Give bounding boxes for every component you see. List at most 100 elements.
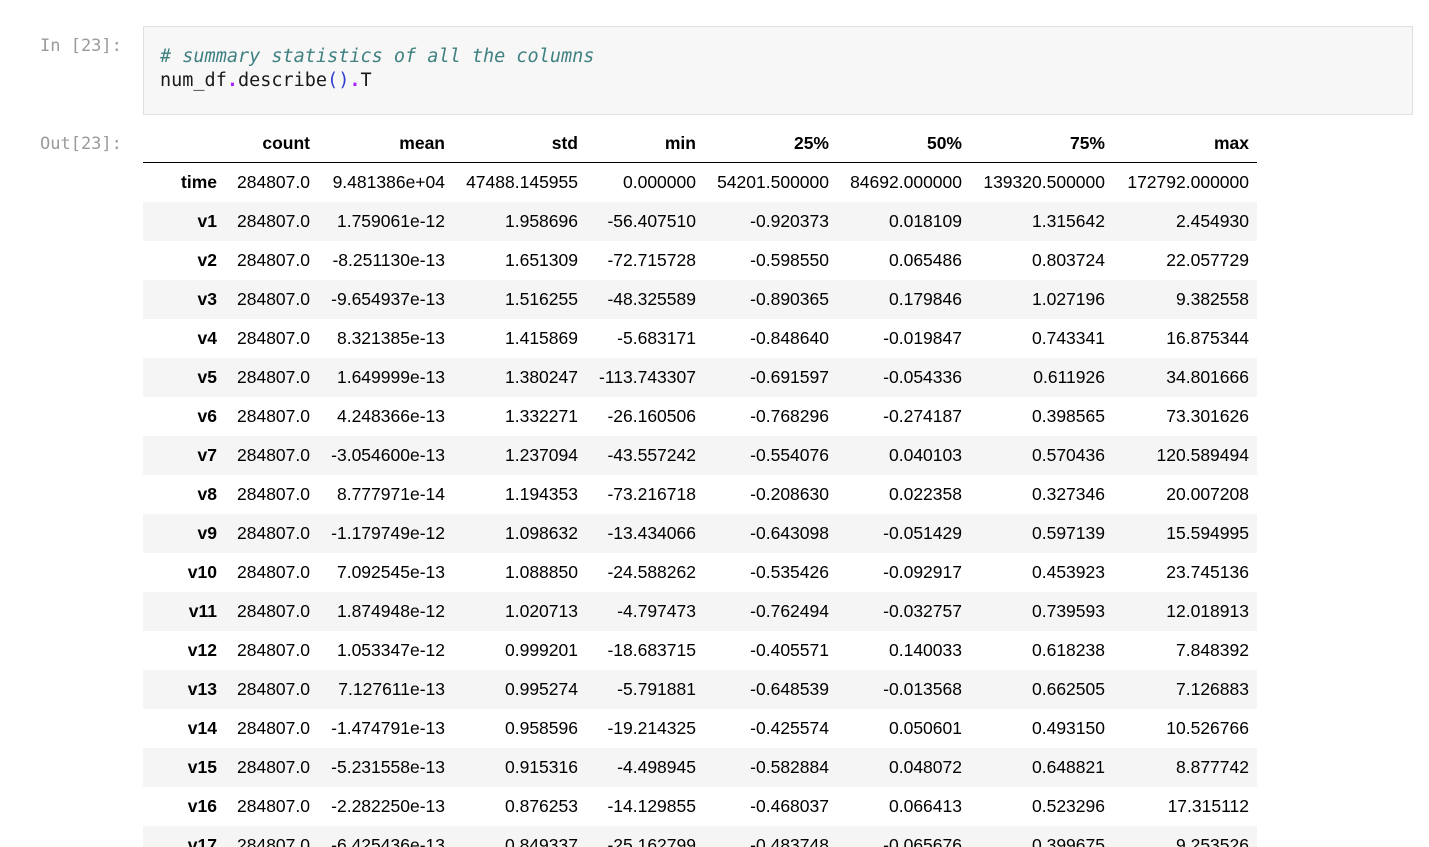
row-index-label: v12 <box>187 640 217 660</box>
column-header: min <box>586 124 704 163</box>
row-index-label: v9 <box>197 523 217 543</box>
table-cell: -0.691597 <box>750 367 829 387</box>
table-cell: 284807.0 <box>237 523 310 543</box>
table-cell: 284807.0 <box>237 796 310 816</box>
row-index-label: v3 <box>197 289 217 309</box>
row-index-label: time <box>181 172 217 192</box>
table-cell: -9.654937e-13 <box>331 289 445 309</box>
table-header-row: count mean std min 25% 50% 75% max <box>143 124 1257 163</box>
table-cell: 0.958596 <box>505 718 578 738</box>
table-cell: 7.848392 <box>1176 640 1249 660</box>
row-index-label: v13 <box>187 679 217 699</box>
table-row: v8 284807.0 8.777971e-14 1.194353 -73.216718… <box>143 475 1257 514</box>
table-cell: -18.683715 <box>607 640 696 660</box>
code-parens: () <box>327 70 350 91</box>
table-row: v5 284807.0 1.649999e-13 1.380247 -113.74330… <box>143 358 1257 397</box>
table-cell: 0.743341 <box>1032 328 1105 348</box>
index-header <box>143 124 225 163</box>
table-cell: 84692.000000 <box>850 172 962 192</box>
table-cell: 0.065486 <box>889 250 962 270</box>
table-cell: -113.743307 <box>599 367 696 387</box>
table-cell: 16.875344 <box>1166 328 1249 348</box>
table-cell: 7.127611e-13 <box>338 679 445 699</box>
column-header: max <box>1113 124 1257 163</box>
table-cell: -0.768296 <box>750 406 829 426</box>
table-cell: 0.022358 <box>889 484 962 504</box>
table-row: v11 284807.0 1.874948e-12 1.020713 -4.797473… <box>143 592 1257 631</box>
table-cell: 1.958696 <box>505 211 578 231</box>
table-cell: -0.643098 <box>750 523 829 543</box>
table-cell: -5.791881 <box>617 679 696 699</box>
table-cell: 7.126883 <box>1176 679 1249 699</box>
table-cell: 1.759061e-12 <box>336 211 445 231</box>
table-cell: 1.020713 <box>505 601 578 621</box>
table-cell: 0.995274 <box>505 679 578 699</box>
table-cell: -5.683171 <box>617 328 696 348</box>
table-cell: 0.399675 <box>1032 835 1105 847</box>
table-row: v16 284807.0 -2.282250e-13 0.876253 -14.1298… <box>143 787 1257 826</box>
table-row: v6 284807.0 4.248366e-13 1.332271 -26.160506… <box>143 397 1257 436</box>
column-header: count <box>225 124 318 163</box>
table-cell: 284807.0 <box>237 601 310 621</box>
table-cell: 0.611926 <box>1033 367 1105 387</box>
code-method: describe <box>237 70 328 91</box>
table-cell: 0.618238 <box>1032 640 1105 660</box>
row-index-label: v10 <box>187 562 217 582</box>
table-cell: 9.481386e+04 <box>332 172 445 192</box>
table-cell: -0.582884 <box>750 757 829 777</box>
describe-table: count mean std min 25% 50% 75% max time 284807.0… <box>143 124 1257 847</box>
table-cell: 0.018109 <box>889 211 962 231</box>
table-cell: 7.092545e-13 <box>336 562 445 582</box>
table-cell: -0.208630 <box>750 484 829 504</box>
table-cell: -0.890365 <box>750 289 829 309</box>
table-cell: 0.570436 <box>1032 445 1105 465</box>
table-cell: 284807.0 <box>237 640 310 660</box>
code-cell-editor[interactable]: # summary statistics of all the columns … <box>143 26 1413 115</box>
table-cell: -14.129855 <box>607 796 696 816</box>
row-index-label: v7 <box>197 445 217 465</box>
table-cell: 34.801666 <box>1166 367 1249 387</box>
output-prompt: Out[23]: <box>40 134 122 154</box>
table-cell: 23.745136 <box>1166 562 1249 582</box>
table-cell: -1.179749e-12 <box>331 523 445 543</box>
table-cell: 0.066413 <box>889 796 962 816</box>
table-cell: 120.589494 <box>1156 445 1249 465</box>
table-cell: -0.405571 <box>750 640 829 660</box>
table-cell: -0.274187 <box>883 406 962 426</box>
table-cell: -0.483748 <box>750 835 829 847</box>
table-cell: -48.325589 <box>607 289 696 309</box>
code-text[interactable]: # summary statistics of all the columns … <box>160 45 594 93</box>
table-cell: 284807.0 <box>237 484 310 504</box>
row-index-label: v8 <box>197 484 217 504</box>
column-header: 75% <box>970 124 1113 163</box>
table-cell: -2.282250e-13 <box>331 796 445 816</box>
table-row: v4 284807.0 8.321385e-13 1.415869 -5.683171 -… <box>143 319 1257 358</box>
table-cell: 284807.0 <box>237 367 310 387</box>
table-cell: 1.516255 <box>505 289 578 309</box>
output-area: count mean std min 25% 50% 75% max time 284807.0… <box>143 124 1257 847</box>
table-cell: 1.098632 <box>505 523 578 543</box>
table-cell: -0.013568 <box>883 679 962 699</box>
table-cell: 0.000000 <box>623 172 696 192</box>
table-cell: 284807.0 <box>237 562 310 582</box>
table-cell: 0.398565 <box>1032 406 1105 426</box>
row-index-label: v2 <box>197 250 217 270</box>
table-cell: 0.140033 <box>889 640 962 660</box>
table-cell: 12.018913 <box>1166 601 1249 621</box>
table-cell: 284807.0 <box>237 250 310 270</box>
table-cell: 284807.0 <box>237 835 310 847</box>
table-cell: -13.434066 <box>607 523 696 543</box>
table-cell: 20.007208 <box>1166 484 1249 504</box>
table-cell: -26.160506 <box>607 406 696 426</box>
table-cell: -0.535426 <box>750 562 829 582</box>
row-index-label: v15 <box>187 757 217 777</box>
table-cell: 8.777971e-14 <box>336 484 445 504</box>
table-cell: 284807.0 <box>237 757 310 777</box>
code-attribute: T <box>360 70 372 91</box>
table-cell: -73.216718 <box>607 484 696 504</box>
table-cell: 284807.0 <box>237 406 310 426</box>
table-cell: -0.092917 <box>883 562 962 582</box>
row-index-label: v17 <box>187 835 217 847</box>
table-cell: -72.715728 <box>607 250 696 270</box>
table-cell: 1.027196 <box>1032 289 1105 309</box>
